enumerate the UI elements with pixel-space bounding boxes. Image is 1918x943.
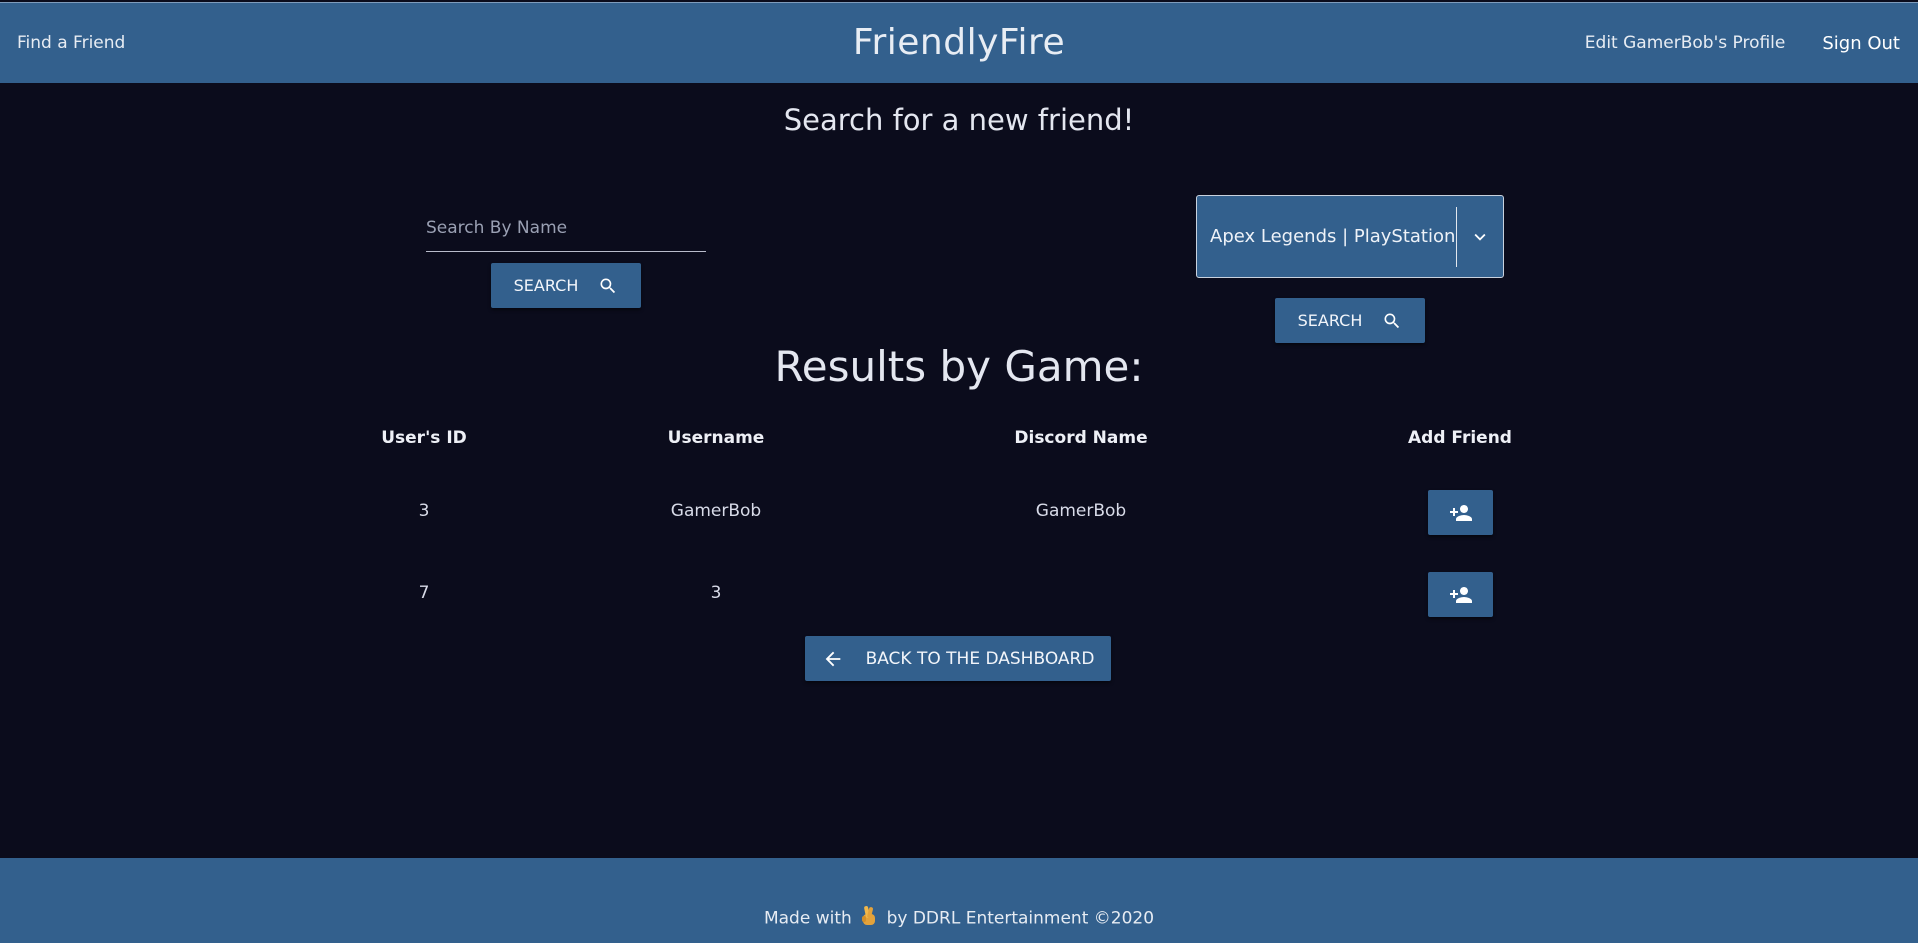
column-header-add-friend: Add Friend [1408, 428, 1512, 448]
edit-profile-link[interactable]: Edit GamerBob's Profile [1585, 33, 1786, 54]
search-button-label: SEARCH [513, 276, 579, 295]
search-icon [600, 278, 616, 293]
sign-out-link[interactable]: Sign Out [1822, 33, 1900, 54]
search-by-name-button[interactable]: SEARCH [491, 263, 641, 308]
app: Find a Friend FriendlyFire Edit GamerBob… [0, 0, 1918, 943]
column-header-user-id: User's ID [381, 428, 467, 448]
top-nav-bar: Find a Friend FriendlyFire Edit GamerBob… [0, 2, 1918, 83]
cell-username: 3 [710, 583, 722, 603]
column-header-discord-name: Discord Name [1014, 428, 1148, 448]
game-select-value: Apex Legends | PlayStation [1210, 226, 1456, 247]
footer-text: Made with by DDRL Entertainment ©2020 [0, 905, 1918, 932]
footer: Made with by DDRL Entertainment ©2020 [0, 858, 1918, 943]
footer-made-with: Made with [763, 908, 852, 929]
nav-right-group: Edit GamerBob's Profile Sign Out [1585, 33, 1900, 54]
person-add-icon [1449, 504, 1472, 521]
cell-user-id: 7 [418, 583, 430, 603]
cell-discord-name: GamerBob [1035, 501, 1127, 521]
chevron-down-icon [1457, 226, 1503, 248]
cell-username: GamerBob [670, 501, 762, 521]
back-button-label: BACK TO THE DASHBOARD [865, 648, 1095, 669]
game-platform-select[interactable]: Apex Legends | PlayStation [1196, 195, 1504, 278]
search-by-name-input[interactable] [426, 206, 706, 252]
search-heading: Search for a new friend! [783, 103, 1135, 137]
person-add-icon [1449, 586, 1472, 603]
cell-user-id: 3 [418, 501, 430, 521]
search-by-game-button[interactable]: SEARCH [1275, 298, 1425, 343]
arrow-left-icon [825, 651, 840, 666]
back-to-dashboard-button[interactable]: BACK TO THE DASHBOARD [805, 636, 1111, 681]
footer-by: by DDRL Entertainment ©2020 [886, 908, 1155, 929]
search-button-label: SEARCH [1297, 311, 1363, 330]
add-friend-button[interactable] [1428, 490, 1493, 535]
add-friend-button[interactable] [1428, 572, 1493, 617]
crossed-fingers-icon [860, 905, 878, 932]
column-header-username: Username [667, 428, 765, 448]
name-search-group [426, 206, 706, 252]
results-heading: Results by Game: [774, 342, 1144, 391]
search-icon [1384, 313, 1400, 328]
